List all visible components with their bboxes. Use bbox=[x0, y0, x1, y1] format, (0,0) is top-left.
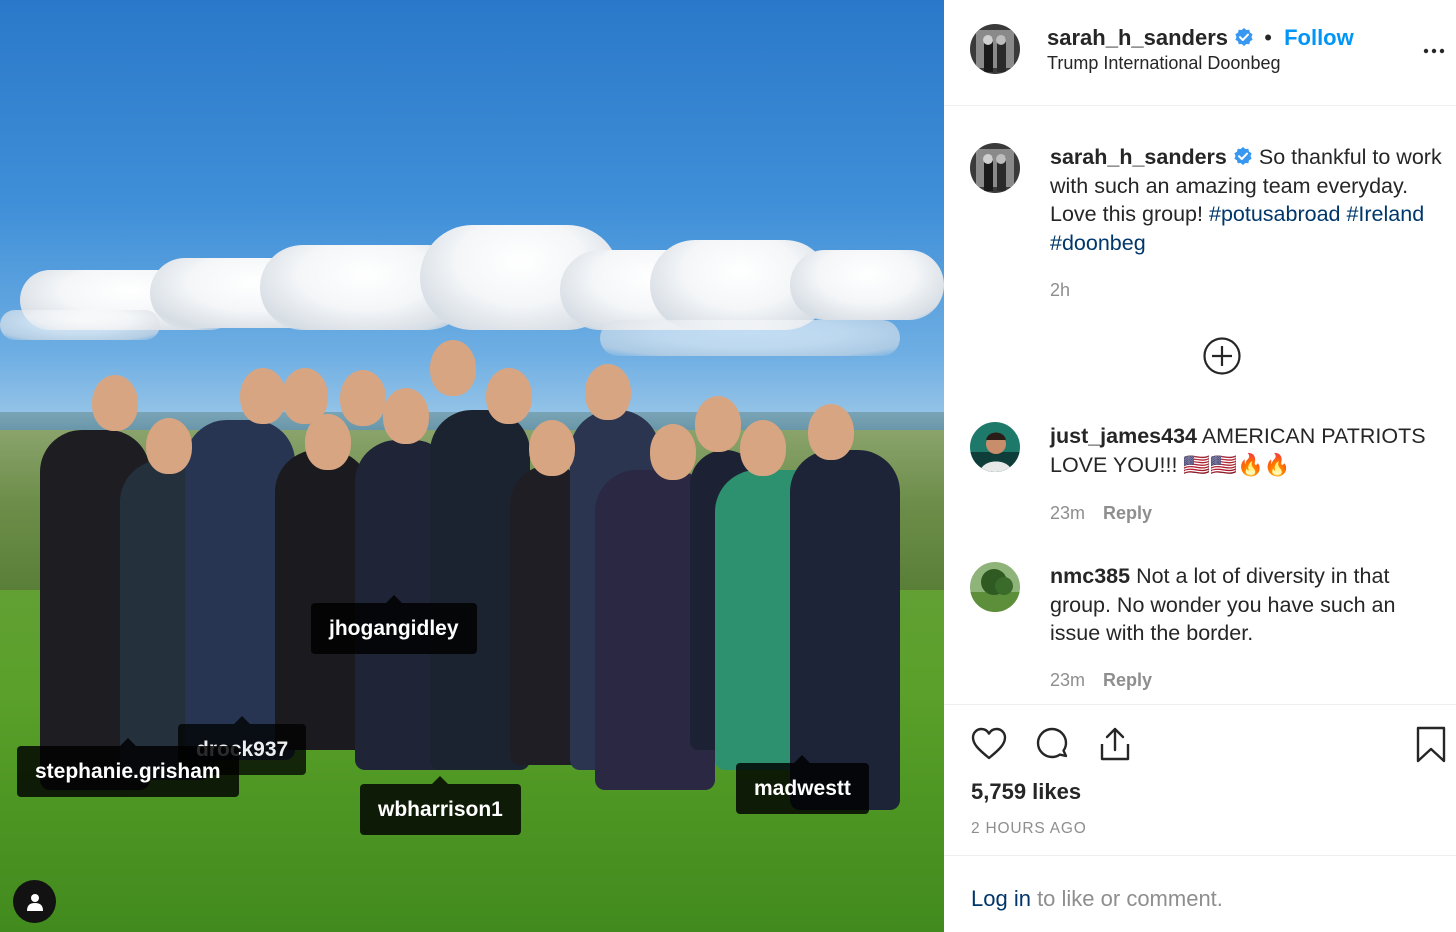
comment-item: just_james434 AMERICAN PATRIOTS LOVE YOU… bbox=[970, 422, 1440, 532]
share-icon bbox=[1100, 727, 1130, 761]
person-icon bbox=[26, 893, 43, 911]
comment-username[interactable]: nmc385 bbox=[1050, 564, 1130, 588]
load-more-comments-button[interactable] bbox=[1202, 336, 1242, 381]
photo-tag-madwestt[interactable]: madwestt bbox=[736, 755, 869, 814]
comment-text: nmc385 Not a lot of diversity in that gr… bbox=[1050, 562, 1450, 648]
comment-username[interactable]: just_james434 bbox=[1050, 424, 1197, 448]
share-button[interactable] bbox=[1096, 725, 1134, 768]
photo-tag-wbharrison1[interactable]: wbharrison1 bbox=[360, 776, 521, 835]
post-details-panel: sarah_h_sanders • Follow Trump Internati… bbox=[944, 0, 1456, 932]
comment-timestamp: 23m bbox=[1050, 503, 1086, 523]
caption-timestamp: 2h bbox=[1050, 280, 1071, 300]
login-prompt: Log in to like or comment. bbox=[971, 886, 1223, 912]
like-button[interactable] bbox=[970, 725, 1008, 768]
follow-button[interactable]: Follow bbox=[1284, 25, 1354, 50]
login-prompt-text: to like or comment. bbox=[1030, 886, 1223, 911]
comment-button[interactable] bbox=[1033, 725, 1071, 768]
login-link[interactable]: Log in bbox=[971, 886, 1031, 911]
caption-avatar[interactable] bbox=[970, 143, 1020, 193]
more-options-button[interactable] bbox=[1422, 39, 1446, 68]
caption-text: sarah_h_sanders So thankful to work with… bbox=[1050, 143, 1450, 257]
bookmark-icon bbox=[1416, 726, 1446, 763]
likes-count[interactable]: 5,759 likes bbox=[971, 779, 1081, 805]
photo-tag-jhogangidley[interactable]: jhogangidley bbox=[311, 595, 477, 654]
post-photo[interactable]: jhogangidley drock937 stephanie.grisham … bbox=[0, 0, 944, 932]
verified-badge-icon bbox=[1235, 28, 1253, 46]
ellipsis-icon bbox=[1423, 48, 1445, 54]
reply-button[interactable]: Reply bbox=[1103, 503, 1152, 523]
hashtag-link[interactable]: #potusabroad bbox=[1209, 202, 1341, 226]
photo-tag-stephanie-grisham[interactable]: stephanie.grisham bbox=[17, 738, 239, 797]
heart-icon bbox=[971, 727, 1007, 760]
reply-button[interactable]: Reply bbox=[1103, 670, 1152, 690]
verified-badge-icon bbox=[1234, 147, 1252, 165]
commenter-avatar[interactable] bbox=[970, 562, 1020, 612]
post-time-ago: 2 HOURS AGO bbox=[971, 820, 1087, 837]
post-header: sarah_h_sanders • Follow Trump Internati… bbox=[944, 0, 1456, 106]
comment-meta: 23m Reply bbox=[1050, 503, 1152, 524]
hashtag-link[interactable]: #doonbeg bbox=[1050, 231, 1146, 255]
separator-dot: • bbox=[1264, 25, 1272, 50]
post-location[interactable]: Trump International Doonbeg bbox=[1047, 53, 1280, 74]
plus-circle-icon bbox=[1203, 337, 1241, 375]
comment-timestamp: 23m bbox=[1050, 670, 1086, 690]
comment-item: nmc385 Not a lot of diversity in that gr… bbox=[970, 562, 1440, 692]
post-caption: sarah_h_sanders So thankful to work with… bbox=[970, 143, 1442, 323]
commenter-avatar[interactable] bbox=[970, 422, 1020, 472]
caption-username[interactable]: sarah_h_sanders bbox=[1050, 145, 1227, 169]
comment-meta: 23m Reply bbox=[1050, 670, 1152, 691]
author-username[interactable]: sarah_h_sanders bbox=[1047, 25, 1228, 50]
save-button[interactable] bbox=[1414, 725, 1448, 768]
user-tags-button[interactable] bbox=[13, 880, 56, 923]
hashtag-link[interactable]: #Ireland bbox=[1346, 202, 1424, 226]
comment-icon bbox=[1036, 727, 1068, 759]
post-actions: 5,759 likes 2 HOURS AGO bbox=[944, 704, 1456, 856]
comment-text: just_james434 AMERICAN PATRIOTS LOVE YOU… bbox=[1050, 422, 1450, 479]
author-avatar[interactable] bbox=[970, 24, 1020, 74]
